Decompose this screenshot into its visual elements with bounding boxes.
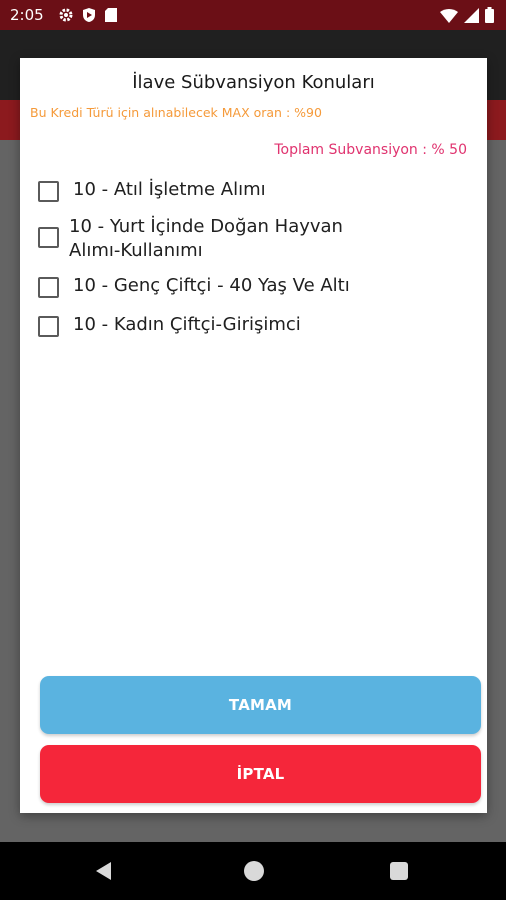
ok-button[interactable]: TAMAM (40, 676, 481, 734)
navigation-bar (0, 842, 506, 900)
option-genc-ciftci[interactable]: 10 - Genç Çiftçi - 40 Yaş Ve Altı (38, 274, 478, 298)
option-label: 10 - Yurt İçinde Doğan Hayvan Alımı-Kull… (69, 216, 343, 261)
cancel-button[interactable]: İPTAL (40, 745, 481, 803)
wifi-icon (440, 8, 458, 27)
checkbox[interactable] (38, 181, 59, 202)
option-label: 10 - Genç Çiftçi - 40 Yaş Ve Altı (73, 275, 350, 296)
checkbox[interactable] (38, 227, 59, 248)
recent-apps-icon[interactable] (390, 862, 408, 880)
sim-card-icon (104, 7, 118, 27)
status-time: 2:05 (10, 6, 44, 24)
checkbox[interactable] (38, 277, 59, 298)
back-icon[interactable] (94, 861, 114, 885)
option-label: 10 - Kadın Çiftçi-Girişimci (73, 314, 301, 335)
max-rate-text: Bu Kredi Türü için alınabilecek MAX oran… (30, 105, 322, 120)
status-bar: 2:05 (0, 0, 506, 30)
home-icon[interactable] (244, 861, 264, 881)
shield-icon (81, 7, 97, 27)
settings-icon (58, 7, 74, 27)
option-label: 10 - Atıl İşletme Alımı (73, 179, 266, 200)
option-atil-isletme[interactable]: 10 - Atıl İşletme Alımı (38, 178, 478, 202)
subsidy-dialog: İlave Sübvansiyon Konuları Bu Kredi Türü… (20, 58, 487, 813)
signal-icon (464, 7, 479, 27)
total-subsidy-text: Toplam Subvansiyon : % 50 (274, 142, 467, 158)
dialog-title: İlave Sübvansiyon Konuları (132, 72, 375, 93)
checkbox[interactable] (38, 316, 59, 337)
battery-icon (485, 7, 494, 27)
option-yurt-ici-hayvan[interactable]: 10 - Yurt İçinde Doğan Hayvan Alımı-Kull… (38, 215, 478, 263)
option-kadin-ciftci[interactable]: 10 - Kadın Çiftçi-Girişimci (38, 313, 478, 337)
